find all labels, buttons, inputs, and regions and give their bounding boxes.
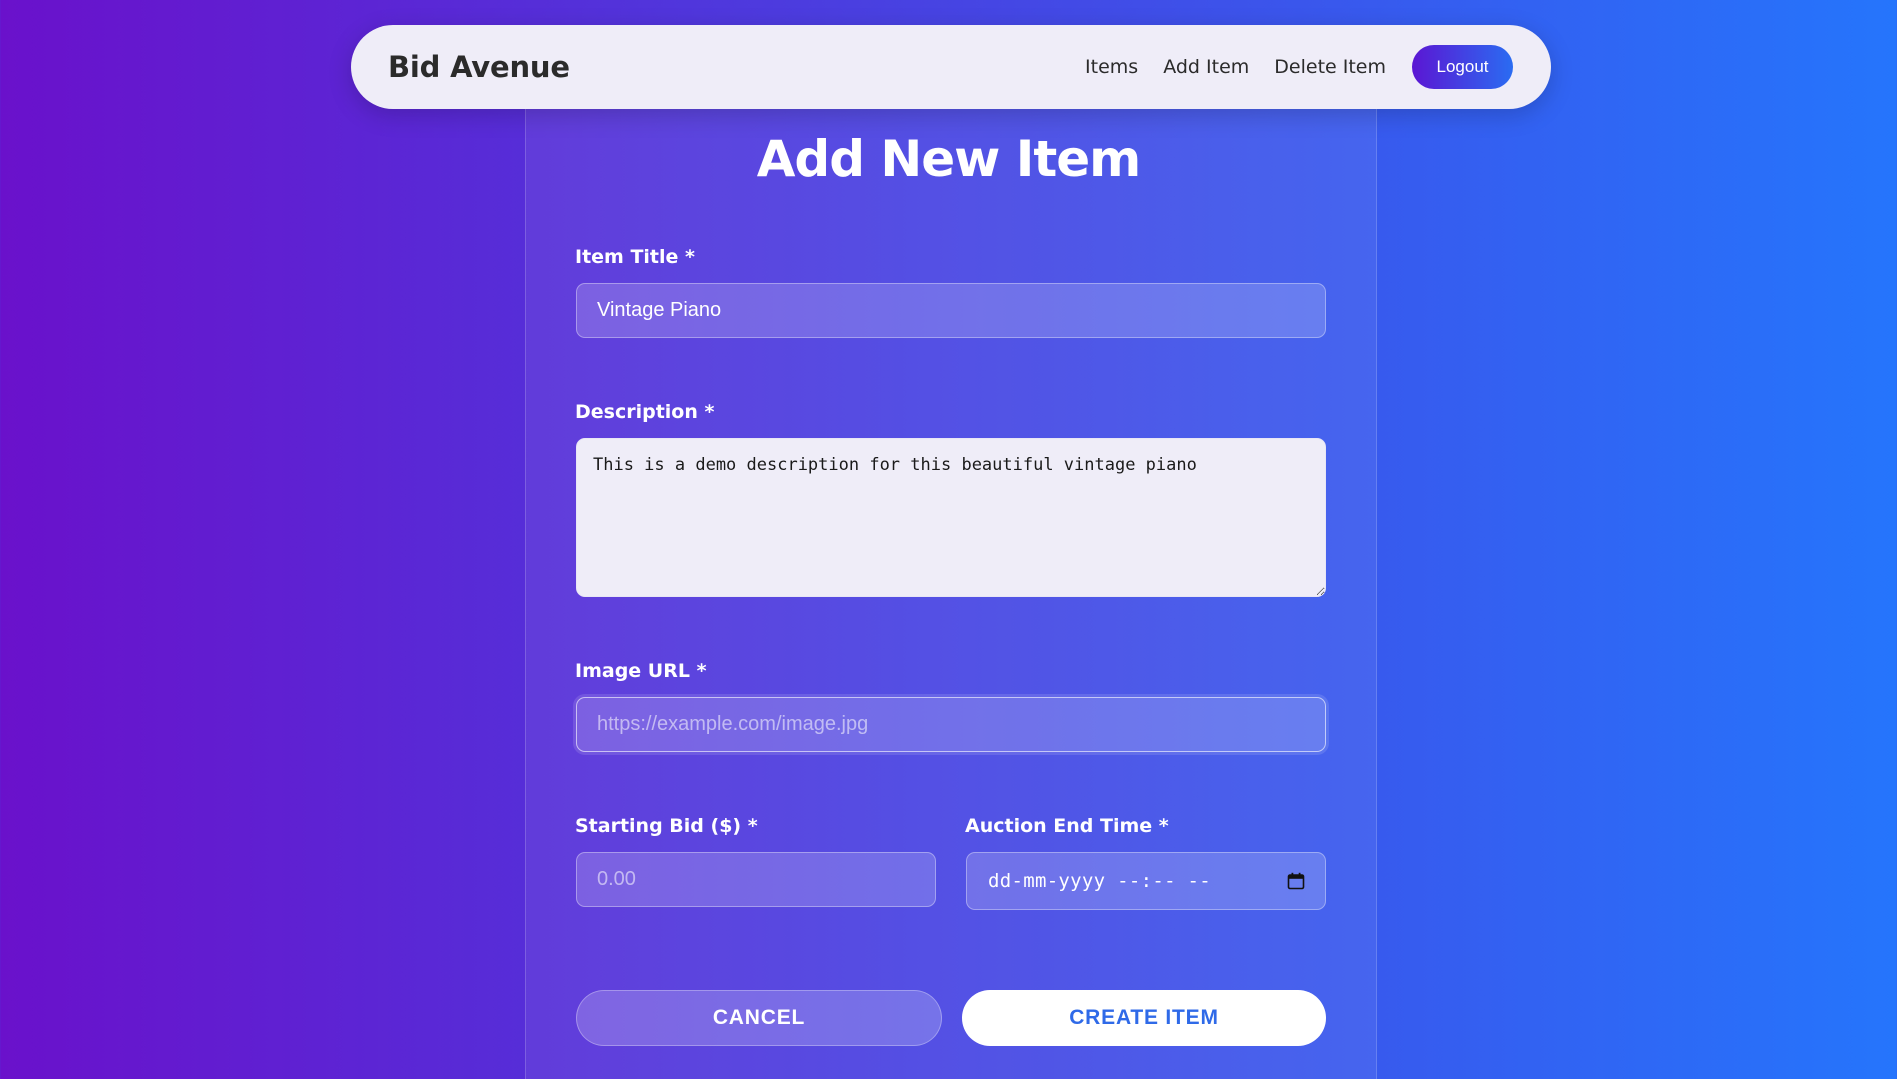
auction-end-time-input[interactable]: dd-mm-yyyy --:-- -- (966, 852, 1326, 910)
page-title: Add New Item (756, 130, 1142, 188)
image-url-label: Image URL * (575, 660, 707, 682)
description-textarea[interactable]: This is a demo description for this beau… (576, 438, 1326, 597)
logout-button[interactable]: Logout (1412, 45, 1513, 89)
nav-link-add-item[interactable]: Add Item (1163, 56, 1249, 78)
nav-links: Items Add Item Delete Item Logout (1085, 45, 1513, 89)
starting-bid-label: Starting Bid ($) * (575, 815, 758, 837)
description-label: Description * (575, 401, 715, 423)
brand-logo[interactable]: Bid Avenue (388, 50, 570, 84)
starting-bid-input[interactable] (576, 852, 936, 907)
item-title-input[interactable] (576, 283, 1326, 338)
nav-link-delete-item[interactable]: Delete Item (1274, 56, 1386, 78)
nav-link-items[interactable]: Items (1085, 56, 1138, 78)
top-navbar: Bid Avenue Items Add Item Delete Item Lo… (351, 25, 1551, 109)
create-item-button[interactable]: CREATE ITEM (962, 990, 1326, 1046)
cancel-button[interactable]: CANCEL (576, 990, 942, 1046)
auction-end-time-value: dd-mm-yyyy --:-- -- (988, 870, 1212, 892)
calendar-icon[interactable] (1287, 872, 1305, 890)
auction-end-time-label: Auction End Time * (965, 815, 1169, 837)
item-title-label: Item Title * (575, 246, 695, 268)
image-url-input[interactable] (576, 697, 1326, 752)
